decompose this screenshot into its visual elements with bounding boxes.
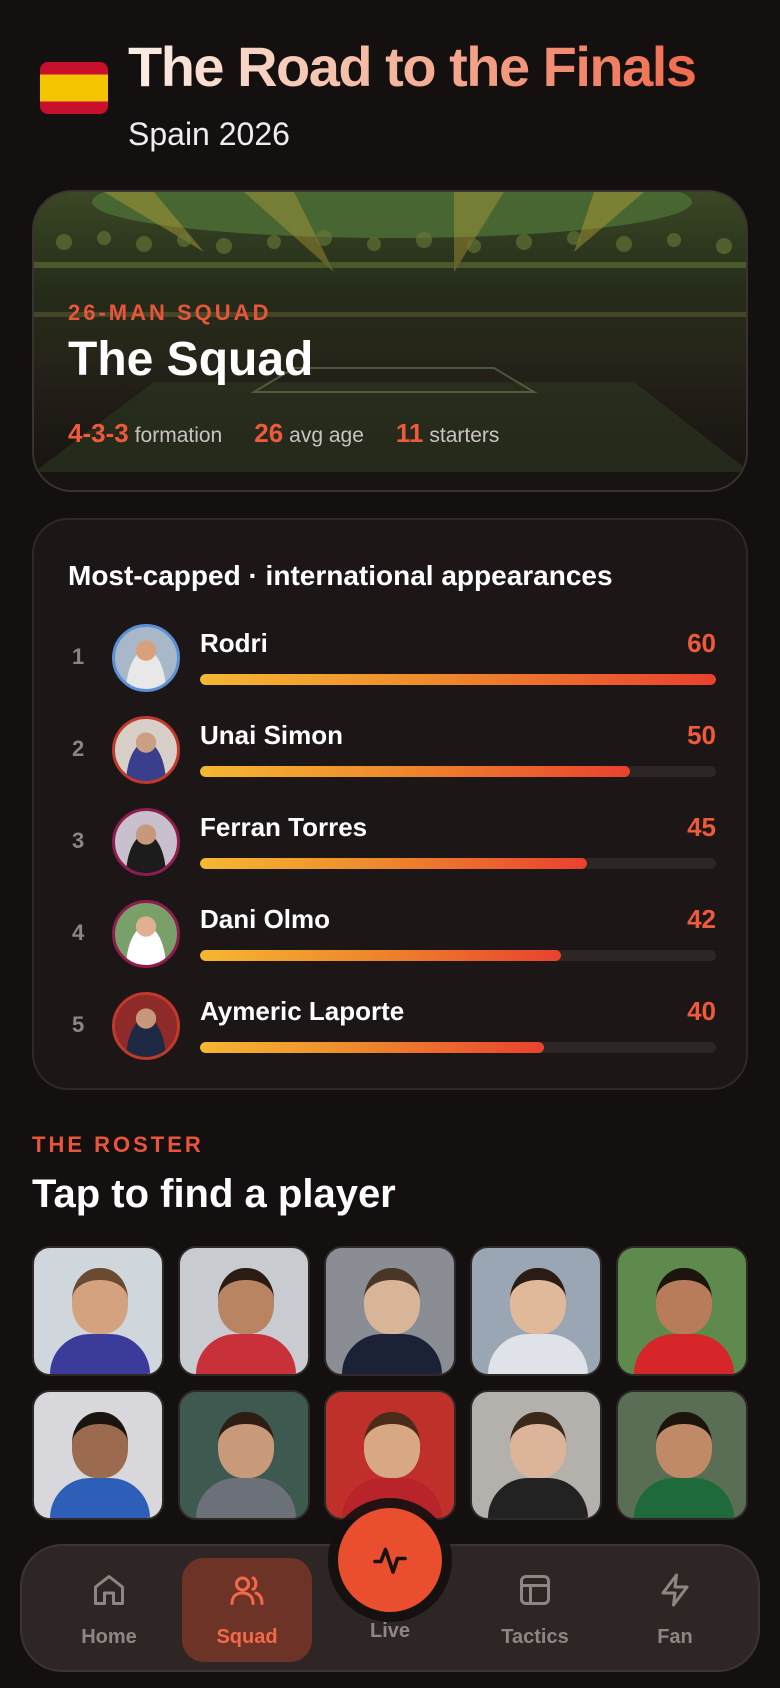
player-avatar: [112, 900, 180, 968]
roster-player-tile[interactable]: [324, 1246, 456, 1376]
player-name: Rodri: [200, 628, 268, 658]
player-avatar: [112, 624, 180, 692]
most-capped-title: Most-capped · international appearances: [68, 560, 613, 591]
caps-bar-fill: [200, 766, 630, 777]
pulse-icon: [373, 1547, 407, 1574]
player-caps: 60: [687, 628, 716, 658]
caps-bar-track: [200, 950, 716, 961]
caps-bar-fill: [200, 858, 587, 869]
page-subtitle: Spain 2026: [128, 116, 290, 152]
most-capped-card: Most-capped · international appearances …: [32, 518, 748, 1090]
page-title: The Road to the Finals: [128, 35, 697, 98]
player-avatar: [112, 716, 180, 784]
capped-player-row[interactable]: 1 Rodri 60: [34, 624, 750, 704]
stat-avg-age: 26 avg age: [254, 418, 364, 448]
player-photo-head: [218, 1268, 274, 1334]
caps-bar-fill: [200, 950, 562, 961]
player-photo-body: [196, 1334, 296, 1374]
player-photo-body: [488, 1478, 588, 1518]
live-button[interactable]: [338, 1508, 442, 1612]
player-name: Aymeric Laporte: [200, 996, 405, 1026]
player-caps: 42: [687, 904, 716, 934]
capped-player-row[interactable]: 5 Aymeric Laporte 40: [34, 992, 750, 1072]
roster-player-tile[interactable]: [178, 1390, 310, 1520]
stat-starters: 11 starters: [395, 418, 500, 448]
roster-player-tile[interactable]: [324, 1390, 456, 1520]
player-photo-head: [510, 1268, 566, 1334]
player-photo-head: [656, 1412, 712, 1478]
hero-stats: 4-3-3 formation 26 avg age 11 starters: [68, 418, 499, 449]
caps-bar-track: [200, 674, 716, 685]
roster-eyebrow: THE ROSTER: [32, 1132, 204, 1157]
player-photo-body: [634, 1478, 734, 1518]
hero-title: The Squad: [68, 333, 314, 386]
nav-tactics-label: Tactics: [501, 1626, 569, 1648]
capped-player-row[interactable]: 4 Dani Olmo 42: [34, 900, 750, 980]
player-photo-head: [364, 1412, 420, 1478]
bolt-icon: [661, 1573, 689, 1607]
player-rank: 2: [72, 736, 85, 761]
users-icon: [230, 1576, 264, 1605]
player-photo-body: [50, 1334, 150, 1374]
player-rank: 1: [72, 644, 85, 669]
roster-player-tile[interactable]: [32, 1390, 164, 1520]
player-photo-head: [656, 1268, 712, 1334]
caps-bar-track: [200, 766, 716, 777]
caps-bar-track: [200, 1042, 716, 1053]
roster-player-tile[interactable]: [616, 1246, 748, 1376]
nav-tactics[interactable]: Tactics: [470, 1546, 600, 1674]
nav-squad-label: Squad: [216, 1626, 278, 1648]
roster-player-tile[interactable]: [178, 1246, 310, 1376]
player-avatar: [112, 992, 180, 1060]
player-avatar: [112, 808, 180, 876]
player-photo-head: [72, 1412, 128, 1478]
player-photo-head: [364, 1268, 420, 1334]
nav-squad[interactable]: Squad: [182, 1558, 312, 1662]
roster-player-tile[interactable]: [470, 1390, 602, 1520]
hero-eyebrow: 26-MAN SQUAD: [68, 300, 272, 325]
player-name: Ferran Torres: [200, 812, 368, 842]
capped-player-row[interactable]: 2 Unai Simon 50: [34, 716, 750, 796]
player-name: Unai Simon: [200, 720, 344, 750]
player-photo-body: [634, 1334, 734, 1374]
squad-hero-card[interactable]: 26-MAN SQUAD The Squad 4-3-3 formation 26…: [32, 190, 748, 492]
spain-flag-icon: [40, 62, 108, 114]
layout-icon: [520, 1575, 550, 1605]
caps-bar-fill: [200, 1042, 544, 1053]
nav-fan-label: Fan: [657, 1626, 693, 1648]
player-rank: 3: [72, 828, 85, 853]
roster-player-tile[interactable]: [470, 1246, 602, 1376]
player-photo-body: [342, 1334, 442, 1374]
roster-player-tile[interactable]: [32, 1246, 164, 1376]
capped-player-row[interactable]: 3 Ferran Torres 45: [34, 808, 750, 888]
caps-bar-fill: [200, 674, 716, 685]
nav-fan[interactable]: Fan: [610, 1546, 740, 1674]
player-caps: 50: [687, 720, 716, 750]
player-photo-head: [510, 1412, 566, 1478]
home-icon: [94, 1575, 124, 1605]
player-photo-body: [50, 1478, 150, 1518]
nav-live-label: Live: [369, 1620, 411, 1642]
player-photo-head: [218, 1412, 274, 1478]
player-photo-head: [72, 1268, 128, 1334]
player-caps: 40: [687, 996, 716, 1026]
player-caps: 45: [687, 812, 716, 842]
player-rank: 5: [72, 1012, 85, 1037]
player-name: Dani Olmo: [200, 904, 331, 934]
player-photo-body: [196, 1478, 296, 1518]
player-photo-body: [488, 1334, 588, 1374]
caps-bar-track: [200, 858, 716, 869]
nav-home-label: Home: [81, 1626, 137, 1648]
nav-home[interactable]: Home: [44, 1546, 174, 1674]
roster-title: Tap to find a player: [32, 1172, 396, 1216]
roster-player-tile[interactable]: [616, 1390, 748, 1520]
player-rank: 4: [72, 920, 85, 945]
stat-formation: 4-3-3 formation: [68, 418, 223, 448]
